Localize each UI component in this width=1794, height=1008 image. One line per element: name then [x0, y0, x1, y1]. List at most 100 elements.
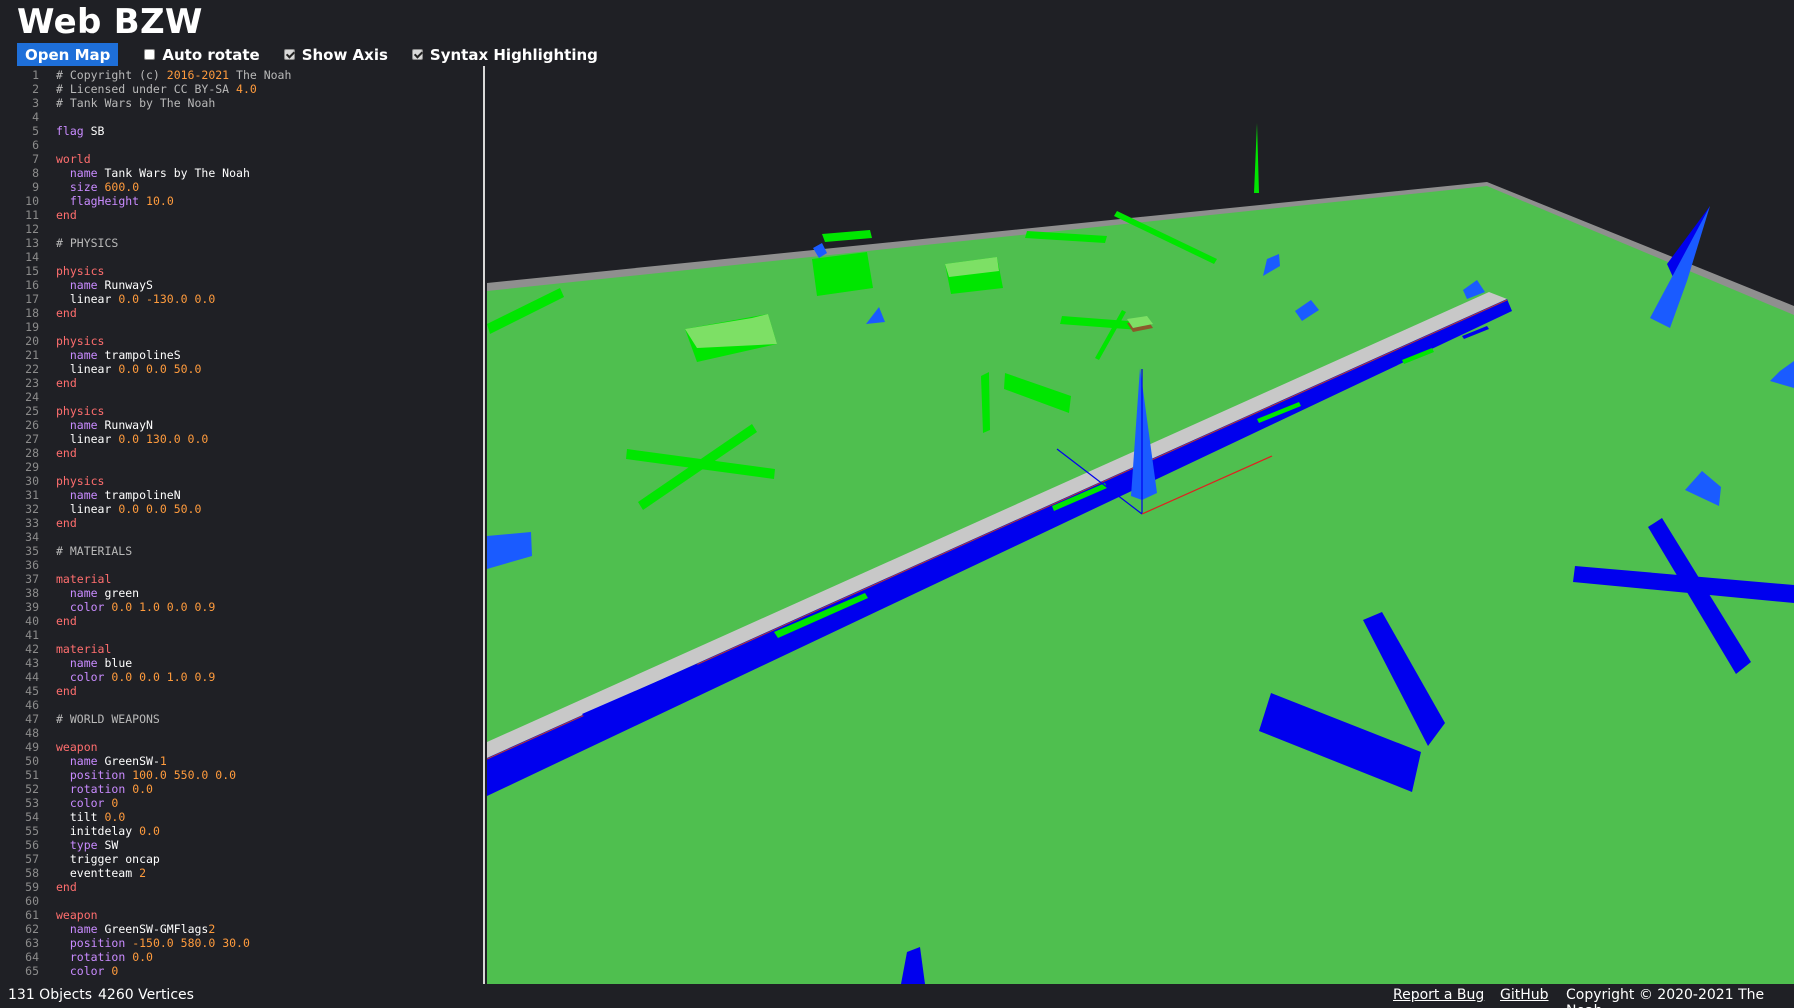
code-text: end	[56, 376, 77, 390]
syntax-highlighting-checkbox[interactable]	[411, 49, 423, 60]
line-number: 53	[25, 796, 39, 810]
code-text: color 0.0 1.0 0.0 0.9	[56, 600, 215, 614]
code-line: 27 linear 0.0 130.0 0.0	[0, 432, 483, 446]
code-token: trigger oncap	[56, 852, 160, 866]
line-number: 42	[25, 642, 39, 656]
code-token: 0.0 0.0 50.0	[118, 502, 202, 516]
line-number: 22	[25, 362, 39, 376]
code-editor[interactable]: 1 # Copyright (c) 2016-2021 The Noah 2 # Li…	[0, 66, 485, 984]
code-line: 37 material	[0, 572, 483, 586]
report-bug-link[interactable]: Report a Bug	[1393, 987, 1484, 1003]
code-text: rotation 0.0	[56, 950, 153, 964]
code-line: 46	[0, 698, 483, 712]
code-token: position	[69, 936, 126, 950]
code-line: 42 material	[0, 642, 483, 656]
show-axis-option[interactable]: Show Axis	[283, 46, 388, 64]
code-token: GreenSW-	[97, 754, 160, 768]
code-line: 34	[0, 530, 483, 544]
code-text: name green	[56, 586, 139, 600]
code-text: color 0.0 0.0 1.0 0.9	[56, 670, 215, 684]
syntax-highlighting-option[interactable]: Syntax Highlighting	[411, 45, 598, 64]
auto-rotate-option[interactable]: Auto rotate	[144, 45, 260, 64]
code-token: # Tank Wars by The Noah	[56, 96, 216, 110]
code-line: 18 end	[0, 306, 483, 320]
code-text: # MATERIALS	[56, 544, 132, 558]
code-line: 1 # Copyright (c) 2016-2021 The Noah	[0, 68, 483, 82]
line-number: 63	[25, 936, 39, 950]
code-text: # Licensed under CC BY-SA 4.0	[56, 82, 257, 96]
code-text: trigger oncap	[56, 852, 160, 866]
show-axis-checkbox[interactable]	[283, 49, 295, 60]
line-number: 28	[25, 446, 39, 460]
code-token: # WORLD WEAPONS	[56, 712, 160, 726]
code-token: 2016-2021	[166, 68, 230, 82]
code-line: 25 physics	[0, 404, 483, 418]
code-line: 48	[0, 726, 483, 740]
code-line: 7 world	[0, 152, 483, 166]
code-text: flag SB	[56, 124, 104, 138]
code-token: color	[69, 670, 105, 684]
code-token: 0.0	[104, 810, 126, 824]
open-map-button[interactable]: Open Map	[17, 43, 119, 66]
code-line: 12	[0, 222, 483, 236]
code-token: size	[69, 180, 98, 194]
code-line: 54 tilt 0.0	[0, 810, 483, 824]
line-number: 9	[32, 180, 39, 194]
code-line: 43 name blue	[0, 656, 483, 670]
code-token: color	[69, 964, 105, 978]
code-line: 6	[0, 138, 483, 152]
line-number: 35	[25, 544, 39, 558]
code-token: flagHeight	[69, 194, 140, 208]
syntax-highlighting-label: Syntax Highlighting	[429, 45, 598, 64]
code-token: weapon	[56, 908, 98, 922]
code-token: GreenSW-GMFlags	[97, 922, 209, 936]
code-line: 31 name trampolineN	[0, 488, 483, 502]
code-text: weapon	[56, 740, 98, 754]
code-text: # PHYSICS	[56, 236, 118, 250]
line-number: 15	[25, 264, 39, 278]
code-line: 55 initdelay 0.0	[0, 824, 483, 838]
code-token: 0	[111, 796, 119, 810]
code-token: linear	[56, 502, 119, 516]
line-number: 62	[25, 922, 39, 936]
github-link[interactable]: GitHub	[1500, 987, 1549, 1003]
code-token: physics	[56, 334, 105, 348]
code-token: 0.0	[132, 950, 153, 964]
code-text: # Tank Wars by The Noah	[56, 96, 215, 110]
code-line: 53 color 0	[0, 796, 483, 810]
code-line: 49 weapon	[0, 740, 483, 754]
map-scene[interactable]	[487, 66, 1794, 984]
code-line: 16 name RunwayS	[0, 278, 483, 292]
line-number: 46	[25, 698, 39, 712]
line-number: 41	[25, 628, 39, 642]
code-line: 65 color 0	[0, 964, 483, 978]
code-token: # Copyright (c)	[56, 68, 167, 82]
code-text: end	[56, 614, 77, 628]
code-token: Tank Wars by The Noah	[97, 166, 250, 180]
code-token: initdelay	[56, 824, 140, 838]
3d-viewport[interactable]	[487, 66, 1794, 984]
code-line: 11 end	[0, 208, 483, 222]
auto-rotate-label: Auto rotate	[162, 45, 260, 64]
code-line: 22 linear 0.0 0.0 50.0	[0, 362, 483, 376]
code-token: name	[69, 488, 98, 502]
code-token: linear	[56, 362, 119, 376]
code-token: 0	[111, 964, 119, 978]
code-line: 64 rotation 0.0	[0, 950, 483, 964]
status-bar: 131 Objects 4260 Vertices Report a Bug G…	[0, 984, 1794, 1008]
line-number: 19	[25, 320, 39, 334]
line-number: 3	[32, 96, 39, 110]
auto-rotate-checkbox[interactable]	[144, 49, 156, 60]
line-number: 36	[25, 558, 39, 572]
code-text: name trampolineS	[56, 348, 181, 362]
code-token: 0.0 -130.0 0.0	[118, 292, 216, 306]
code-line: 24	[0, 390, 483, 404]
line-number: 27	[25, 432, 39, 446]
code-line: 61 weapon	[0, 908, 483, 922]
line-number: 12	[25, 222, 39, 236]
